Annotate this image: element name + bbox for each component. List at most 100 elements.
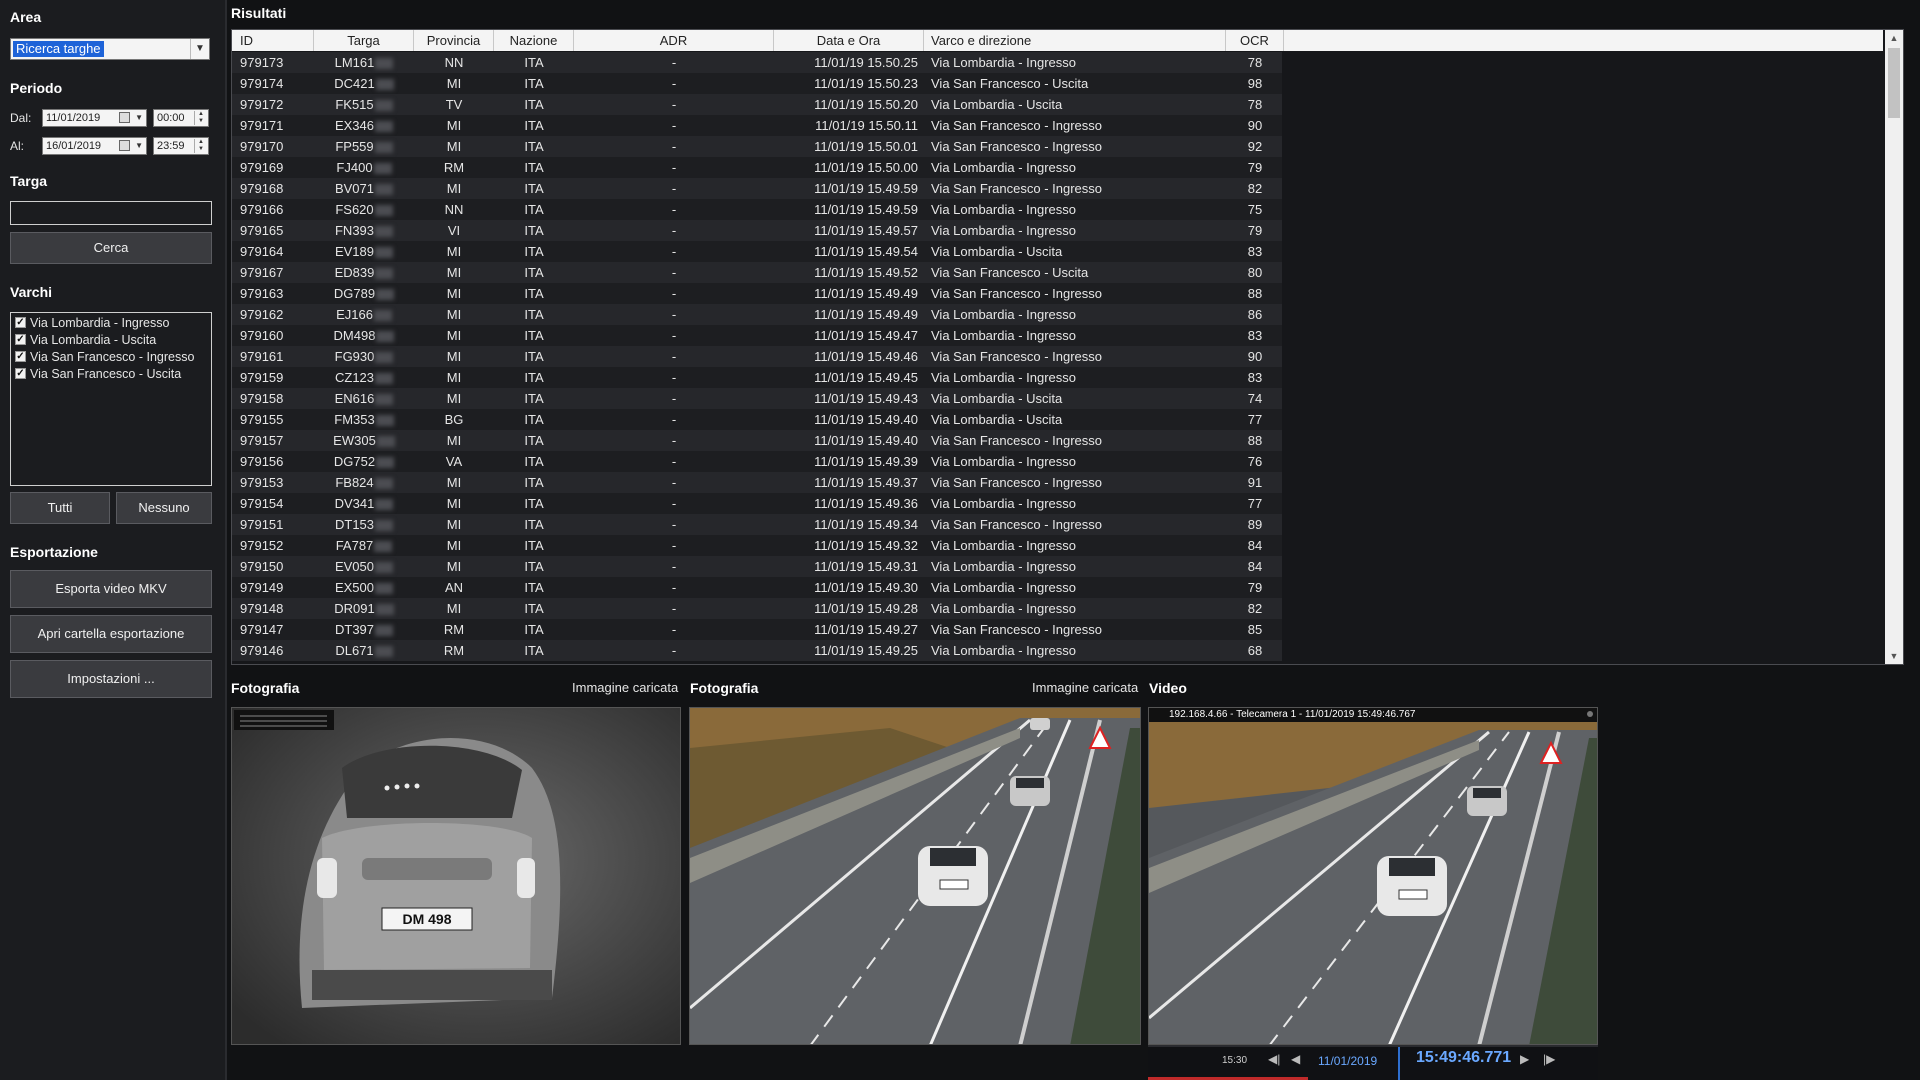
table-row[interactable]: 979166 FS620 NN ITA - 11/01/19 15.49.59 Via Lo… xyxy=(232,199,1282,220)
to-time-picker[interactable]: 23:59 ▲ ▼ xyxy=(153,137,209,155)
cell-datetime: 11/01/19 15.49.59 xyxy=(774,178,918,199)
column-header-province[interactable]: Provincia xyxy=(414,30,494,51)
from-time-picker[interactable]: 00:00 ▲ ▼ xyxy=(153,109,209,127)
table-row[interactable]: 979172 FK515 TV ITA - 11/01/19 15.50.20 Via Lo… xyxy=(232,94,1282,115)
cell-gate-direction-text: Via Lombardia - Ingresso xyxy=(931,454,1077,469)
cell-id-text: 979170 xyxy=(240,139,284,154)
scrollbar-thumb[interactable] xyxy=(1888,48,1900,118)
skip-forward-icon[interactable]: |▶ xyxy=(1543,1052,1555,1066)
chevron-down-icon[interactable]: ▼ xyxy=(190,39,209,59)
gate-checkbox-item[interactable]: ✓ Via San Francesco - Uscita xyxy=(11,366,211,383)
gate-checkbox-item[interactable]: ✓ Via Lombardia - Ingresso xyxy=(11,315,211,332)
table-row[interactable]: 979165 FN393 VI ITA - 11/01/19 15.49.57 Via Lo… xyxy=(232,220,1282,241)
scroll-down-icon[interactable]: ▼ xyxy=(1885,648,1903,664)
cell-ocr-text: 84 xyxy=(1247,559,1263,574)
table-row[interactable]: 979149 EX500 AN ITA - 11/01/19 15.49.30 Via Lo… xyxy=(232,577,1282,598)
checkbox-checked-icon[interactable]: ✓ xyxy=(15,368,26,380)
table-scrollbar[interactable]: ▲ ▼ xyxy=(1885,30,1903,664)
export-mkv-button[interactable]: Esporta video MKV xyxy=(10,570,212,608)
skip-back-icon[interactable]: ◀| xyxy=(1268,1052,1280,1066)
cell-province-text: VA xyxy=(445,454,463,469)
checkbox-checked-icon[interactable]: ✓ xyxy=(15,351,26,363)
table-row[interactable]: 979157 EW305 MI ITA - 11/01/19 15.49.40 Via Sa… xyxy=(232,430,1282,451)
table-row[interactable]: 979147 DT397 RM ITA - 11/01/19 15.49.27 Via Sa… xyxy=(232,619,1282,640)
table-row[interactable]: 979153 FB824 MI ITA - 11/01/19 15.49.37 Via Sa… xyxy=(232,472,1282,493)
cell-id-text: 979155 xyxy=(240,412,284,427)
table-row[interactable]: 979163 DG789 MI ITA - 11/01/19 15.49.49 Via Sa… xyxy=(232,283,1282,304)
cell-gate-direction: Via San Francesco - Uscita xyxy=(931,73,1226,94)
table-row[interactable]: 979161 FG930 MI ITA - 11/01/19 15.49.46 Via Sa… xyxy=(232,346,1282,367)
select-none-button[interactable]: Nessuno xyxy=(116,492,212,524)
chevron-down-icon[interactable]: ▼ xyxy=(135,138,143,154)
table-row[interactable]: 979156 DG752 VA ITA - 11/01/19 15.49.39 Via Lo… xyxy=(232,451,1282,472)
redacted-plate-suffix xyxy=(375,373,394,385)
table-row[interactable]: 979150 EV050 MI ITA - 11/01/19 15.49.31 Via Lo… xyxy=(232,556,1282,577)
table-row[interactable]: 979151 DT153 MI ITA - 11/01/19 15.49.34 Via Sa… xyxy=(232,514,1282,535)
cell-plate: DM498 xyxy=(314,325,414,346)
search-button[interactable]: Cerca xyxy=(10,232,212,264)
column-header-datetime[interactable]: Data e Ora xyxy=(774,30,924,51)
from-date-picker[interactable]: 11/01/2019 ▼ xyxy=(42,109,147,127)
column-header-adr[interactable]: ADR xyxy=(574,30,774,51)
table-row[interactable]: 979159 CZ123 MI ITA - 11/01/19 15.49.45 Via Lo… xyxy=(232,367,1282,388)
table-row[interactable]: 979160 DM498 MI ITA - 11/01/19 15.49.47 Via Lo… xyxy=(232,325,1282,346)
redacted-plate-suffix xyxy=(375,58,394,70)
table-row[interactable]: 979174 DC421 MI ITA - 11/01/19 15.50.23 Via Sa… xyxy=(232,73,1282,94)
scroll-up-icon[interactable]: ▲ xyxy=(1885,30,1903,46)
time-spinner-icon[interactable]: ▲ ▼ xyxy=(194,139,207,153)
cell-gate-direction-text: Via Lombardia - Uscita xyxy=(931,412,1063,427)
cell-id: 979157 xyxy=(240,430,314,451)
cell-datetime: 11/01/19 15.49.40 xyxy=(774,409,918,430)
cell-plate: FA787 xyxy=(314,535,414,556)
time-spinner-icon[interactable]: ▲ ▼ xyxy=(194,111,207,125)
cell-plate: DT153 xyxy=(314,514,414,535)
cell-ocr-text: 78 xyxy=(1247,55,1263,70)
column-header-id[interactable]: ID xyxy=(232,30,314,51)
table-row[interactable]: 979170 FP559 MI ITA - 11/01/19 15.50.01 Via Sa… xyxy=(232,136,1282,157)
table-row[interactable]: 979146 DL671 RM ITA - 11/01/19 15.49.25 Via Lo… xyxy=(232,640,1282,661)
table-row[interactable]: 979158 EN616 MI ITA - 11/01/19 15.49.43 Via Lo… xyxy=(232,388,1282,409)
column-header-ocr[interactable]: OCR xyxy=(1226,30,1284,51)
cell-nation: ITA xyxy=(494,535,574,556)
chevron-down-icon[interactable]: ▼ xyxy=(135,110,143,126)
gate-checkbox-item[interactable]: ✓ Via Lombardia - Uscita xyxy=(11,332,211,349)
cell-adr-text: - xyxy=(671,118,677,133)
area-dropdown[interactable]: Ricerca targhe ▼ xyxy=(10,38,210,60)
checkbox-checked-icon[interactable]: ✓ xyxy=(15,334,26,346)
cell-ocr-text: 92 xyxy=(1247,139,1263,154)
table-row[interactable]: 979169 FJ400 RM ITA - 11/01/19 15.50.00 Via Lo… xyxy=(232,157,1282,178)
cell-plate-text: EX500 xyxy=(334,580,375,595)
to-date-picker[interactable]: 16/01/2019 ▼ xyxy=(42,137,147,155)
table-row[interactable]: 979167 ED839 MI ITA - 11/01/19 15.49.52 Via Sa… xyxy=(232,262,1282,283)
table-row[interactable]: 979155 FM353 BG ITA - 11/01/19 15.49.40 Via Lo… xyxy=(232,409,1282,430)
column-header-gate-direction[interactable]: Varco e direzione xyxy=(924,30,1226,51)
cell-ocr: 88 xyxy=(1226,283,1284,304)
open-export-folder-button[interactable]: Apri cartella esportazione xyxy=(10,615,212,653)
plate-input[interactable] xyxy=(10,201,212,225)
table-row[interactable]: 979171 EX346 MI ITA - 11/01/19 15.50.11 Via Sa… xyxy=(232,115,1282,136)
cell-plate: EX500 xyxy=(314,577,414,598)
play-icon[interactable]: ▶ xyxy=(1520,1052,1529,1066)
table-row[interactable]: 979152 FA787 MI ITA - 11/01/19 15.49.32 Via Lo… xyxy=(232,535,1282,556)
table-row[interactable]: 979154 DV341 MI ITA - 11/01/19 15.49.36 Via Lo… xyxy=(232,493,1282,514)
cell-datetime: 11/01/19 15.49.45 xyxy=(774,367,918,388)
video-player[interactable]: 192.168.4.66 - Telecamera 1 - 11/01/2019… xyxy=(1148,707,1598,1045)
calendar-icon[interactable] xyxy=(119,112,130,123)
settings-button[interactable]: Impostazioni ... xyxy=(10,660,212,698)
table-row[interactable]: 979173 LM161 NN ITA - 11/01/19 15.50.25 Via Lo… xyxy=(232,52,1282,73)
table-row[interactable]: 979164 EV189 MI ITA - 11/01/19 15.49.54 Via Lo… xyxy=(232,241,1282,262)
step-back-icon[interactable]: ◀ xyxy=(1291,1052,1300,1066)
table-row[interactable]: 979162 EJ166 MI ITA - 11/01/19 15.49.49 Via Lo… xyxy=(232,304,1282,325)
table-row[interactable]: 979168 BV071 MI ITA - 11/01/19 15.49.59 Via Sa… xyxy=(232,178,1282,199)
table-row[interactable]: 979148 DR091 MI ITA - 11/01/19 15.49.28 Via Lo… xyxy=(232,598,1282,619)
column-header-plate[interactable]: Targa xyxy=(314,30,414,51)
gate-checkbox-item[interactable]: ✓ Via San Francesco - Ingresso xyxy=(11,349,211,366)
column-header-nation[interactable]: Nazione xyxy=(494,30,574,51)
cell-ocr-text: 90 xyxy=(1247,118,1263,133)
cell-datetime-text: 11/01/19 15.49.43 xyxy=(814,391,918,406)
timeline-position-marker[interactable] xyxy=(1398,1047,1400,1080)
cell-adr-text: - xyxy=(671,286,677,301)
checkbox-checked-icon[interactable]: ✓ xyxy=(15,317,26,329)
select-all-button[interactable]: Tutti xyxy=(10,492,110,524)
calendar-icon[interactable] xyxy=(119,140,130,151)
